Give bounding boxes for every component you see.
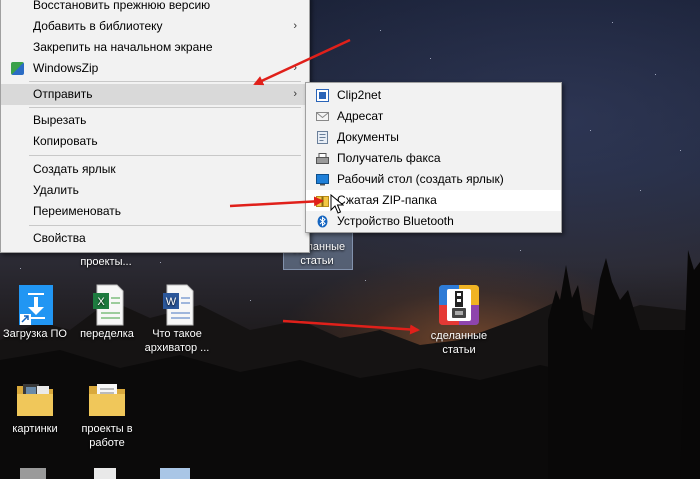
clip2net-icon xyxy=(316,89,329,102)
send-to-documents[interactable]: Документы xyxy=(306,127,561,148)
desktop-icon-label: Загрузка ПО xyxy=(2,328,67,340)
menu-item-create-shortcut[interactable]: Создать ярлык xyxy=(1,159,309,180)
context-menu: Восстановить прежнюю версию Добавить в б… xyxy=(0,0,310,253)
folder-pictures-icon xyxy=(17,384,53,416)
menu-item-properties[interactable]: Свойства xyxy=(1,228,309,249)
zip-archive-icon xyxy=(439,285,479,325)
desktop-icon-pictures[interactable]: картинки xyxy=(2,378,68,436)
documents-icon xyxy=(317,131,328,144)
menu-item-label: Создать ярлык xyxy=(33,162,116,176)
submenu-item-label: Clip2net xyxy=(337,88,382,102)
partial-desktop-icon[interactable] xyxy=(94,468,116,479)
desktop-icon-download[interactable]: Загрузка ПО xyxy=(2,283,68,341)
menu-item-label: Добавить в библиотеку xyxy=(33,19,163,33)
menu-item-pin-to-start[interactable]: Закрепить на начальном экране xyxy=(1,37,309,58)
menu-item-send-to[interactable]: Отправить › xyxy=(1,84,309,105)
submenu-item-label: Документы xyxy=(337,130,399,144)
menu-item-cut[interactable]: Вырезать xyxy=(1,110,309,131)
menu-item-delete[interactable]: Удалить xyxy=(1,180,309,201)
zip-folder-icon xyxy=(316,196,329,207)
svg-text:X: X xyxy=(97,296,105,308)
send-to-zip-folder[interactable]: Сжатая ZIP-папка xyxy=(306,190,561,211)
submenu-item-label: Получатель факса xyxy=(337,151,441,165)
desktop-icon-archiver-doc[interactable]: W Что такое архиватор ... xyxy=(140,283,214,355)
send-to-bluetooth[interactable]: Устройство Bluetooth xyxy=(306,211,561,232)
word-file-icon: W xyxy=(163,284,194,326)
menu-item-label: Восстановить прежнюю версию xyxy=(33,0,211,12)
submenu-item-label: Устройство Bluetooth xyxy=(337,214,454,228)
send-to-fax-recipient[interactable]: Получатель факса xyxy=(306,148,561,169)
desktop-icon xyxy=(316,174,329,186)
partial-icon-label: проекты... xyxy=(80,256,132,268)
menu-separator xyxy=(29,155,301,156)
desktop-icon-label: картинки xyxy=(12,423,58,435)
send-to-clip2net[interactable]: Clip2net xyxy=(306,85,561,106)
menu-item-label: WindowsZip xyxy=(33,61,99,75)
excel-file-icon: X xyxy=(93,284,124,326)
mail-recipient-icon xyxy=(316,112,329,121)
submenu-item-label: Сжатая ZIP-папка xyxy=(337,193,437,207)
submenu-item-label: Адресат xyxy=(337,109,384,123)
bluetooth-icon xyxy=(317,215,328,228)
desktop-icon-zip-articles[interactable]: сделанные статьи xyxy=(422,281,496,357)
desktop-icon-label: переделка xyxy=(80,328,134,340)
menu-item-copy[interactable]: Копировать xyxy=(1,131,309,152)
svg-text:W: W xyxy=(166,296,177,308)
menu-item-add-to-library[interactable]: Добавить в библиотеку › xyxy=(1,16,309,37)
download-shortcut-icon xyxy=(19,285,53,325)
menu-item-label: Вырезать xyxy=(33,113,87,127)
menu-item-label: Отправить xyxy=(33,87,93,101)
menu-item-label: Закрепить на начальном экране xyxy=(33,40,213,54)
menu-item-label: Удалить xyxy=(33,183,79,197)
desktop-icon-label: Что такое архиватор ... xyxy=(144,328,210,354)
menu-item-restore-version[interactable]: Восстановить прежнюю версию xyxy=(1,0,309,16)
partial-desktop-icon[interactable] xyxy=(20,468,46,479)
mouse-cursor-icon xyxy=(330,194,344,214)
desktop-icon-label: сделанные статьи xyxy=(430,330,488,356)
windowszip-icon xyxy=(11,62,24,75)
fax-icon xyxy=(316,153,329,164)
desktop-icon-label: проекты в работе xyxy=(81,423,133,449)
menu-item-rename[interactable]: Переименовать xyxy=(1,201,309,222)
send-to-desktop-shortcut[interactable]: Рабочий стол (создать ярлык) xyxy=(306,169,561,190)
menu-separator xyxy=(29,107,301,108)
menu-item-label: Свойства xyxy=(33,231,86,245)
menu-separator xyxy=(29,81,301,82)
chevron-right-icon: › xyxy=(293,88,297,100)
desktop-icon-peredelka[interactable]: X переделка xyxy=(74,283,140,341)
submenu-item-label: Рабочий стол (создать ярлык) xyxy=(337,172,504,186)
menu-separator xyxy=(29,225,301,226)
menu-item-label: Переименовать xyxy=(33,204,121,218)
chevron-right-icon: › xyxy=(293,62,297,74)
chevron-right-icon: › xyxy=(293,20,297,32)
partial-desktop-icon[interactable] xyxy=(160,468,190,479)
send-to-mail-recipient[interactable]: Адресат xyxy=(306,106,561,127)
menu-item-windowszip[interactable]: WindowsZip › xyxy=(1,58,309,79)
folder-icon xyxy=(89,384,125,416)
menu-item-label: Копировать xyxy=(33,134,98,148)
desktop-icon-projects[interactable]: проекты в работе xyxy=(74,378,140,450)
